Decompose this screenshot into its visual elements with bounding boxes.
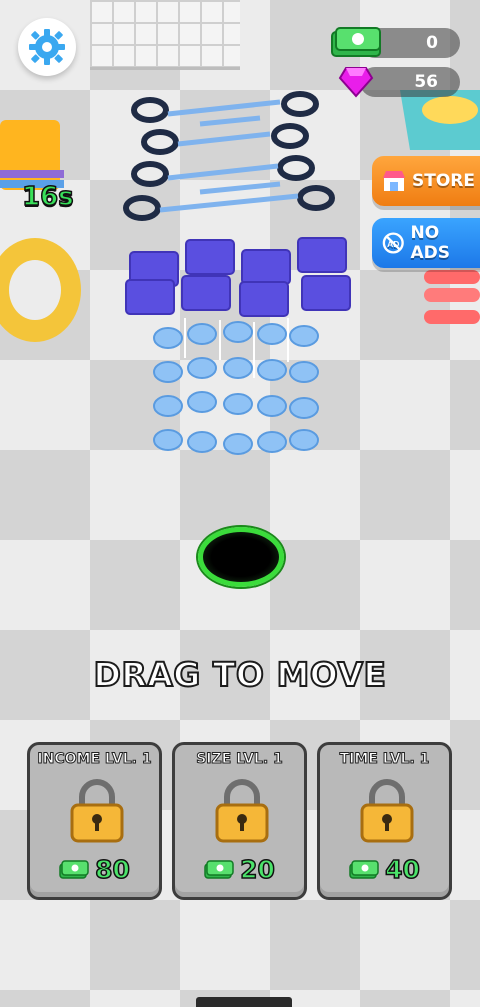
upgrade-cost-value: 40: [384, 854, 420, 885]
upgrade-cost: 20: [175, 854, 304, 885]
upgrade-card-income[interactable]: INCOME LVL. 1 80: [27, 742, 162, 900]
upgrade-cost-value: 20: [239, 854, 275, 885]
upgrade-cost: 40: [320, 854, 449, 885]
round-timer: 16s: [21, 181, 74, 213]
cash-icon: [349, 859, 379, 879]
cash-icon: [59, 859, 89, 879]
gem-icon: [338, 67, 374, 98]
padlock-icon: [215, 779, 269, 843]
store-icon: [383, 171, 405, 191]
no-ads-button[interactable]: AD NO ADS: [372, 218, 480, 268]
gear-icon: [29, 29, 65, 65]
gem-amount: 56: [360, 67, 460, 97]
clothespin-prop: [424, 270, 480, 324]
store-button[interactable]: STORE: [372, 156, 480, 206]
upgrade-cost: 80: [30, 854, 159, 885]
gem-counter: 56: [338, 67, 460, 98]
tape-roll-prop: [0, 120, 81, 342]
player-hole[interactable]: [198, 527, 284, 587]
upgrade-title: INCOME LVL. 1: [37, 751, 152, 768]
upgrade-card-size[interactable]: SIZE LVL. 1 20: [172, 742, 307, 900]
upgrade-card-time[interactable]: TIME LVL. 1 40: [317, 742, 452, 900]
no-ads-icon: AD: [382, 232, 404, 254]
settings-button[interactable]: [18, 18, 76, 76]
pushpin-group: [153, 318, 319, 455]
no-ads-label: NO ADS: [410, 223, 451, 263]
padlock-icon: [360, 779, 414, 843]
system-nav-bar: [196, 997, 292, 1007]
cash-counter: 0: [331, 27, 460, 58]
background-shelf: [90, 0, 240, 70]
scissors-group: [123, 91, 335, 221]
cash-icon: [331, 27, 381, 57]
store-label: STORE: [412, 171, 475, 191]
sharpener-group: [125, 237, 351, 317]
upgrade-title: TIME LVL. 1: [339, 751, 430, 768]
padlock-icon: [70, 779, 124, 843]
cash-icon: [204, 859, 234, 879]
drag-instruction: DRAG TO MOVE: [92, 654, 387, 695]
upgrade-cost-value: 80: [94, 854, 130, 885]
upgrade-title: SIZE LVL. 1: [196, 751, 284, 768]
